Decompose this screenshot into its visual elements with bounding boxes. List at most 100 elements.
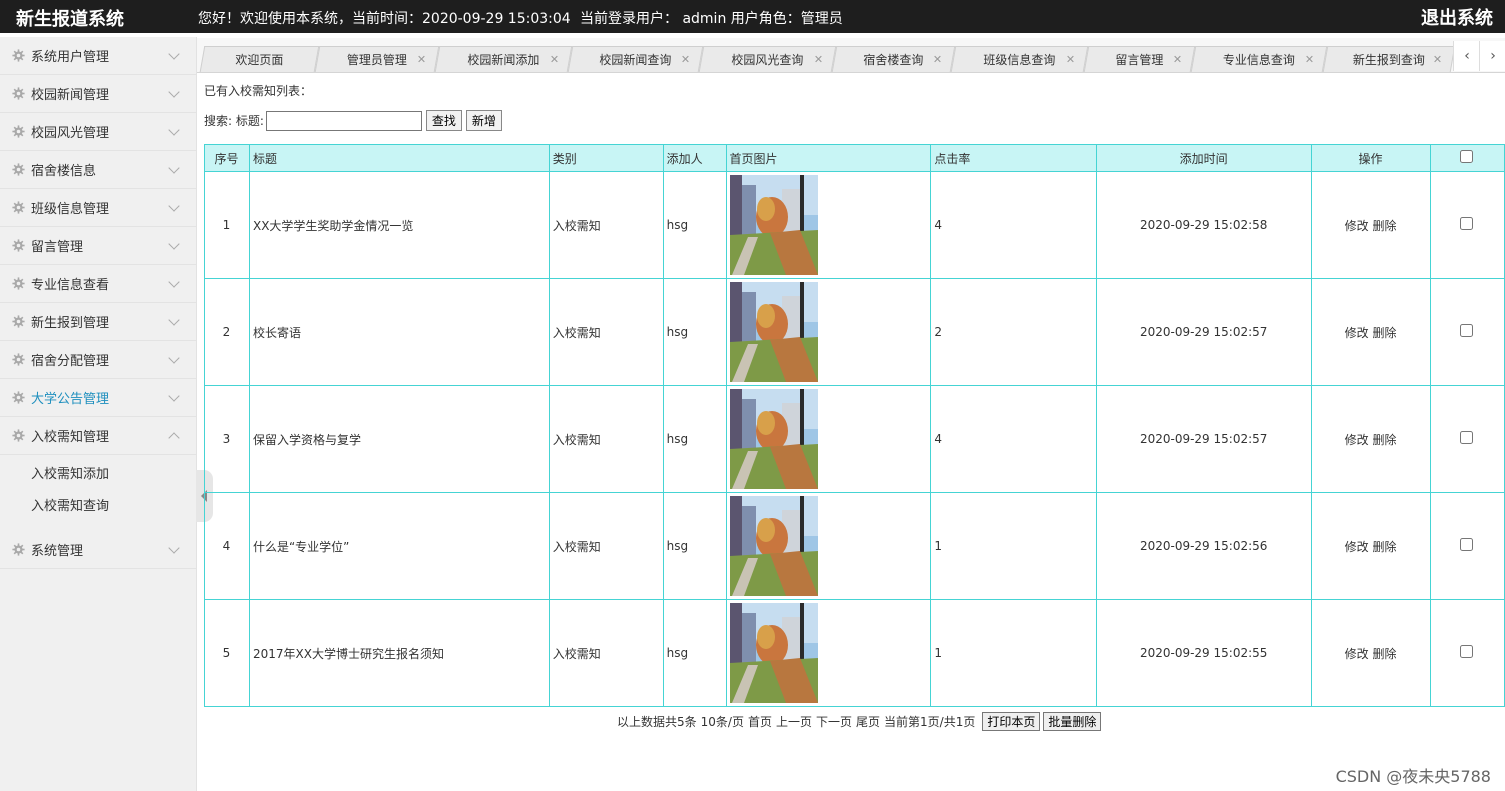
sidebar-item-label: 宿舍楼信息 bbox=[31, 164, 97, 179]
cell-title: 校长寄语 bbox=[248, 278, 550, 386]
print-page-button[interactable]: 打印本页 bbox=[982, 712, 1041, 731]
pager-first-link[interactable]: 首页 bbox=[748, 713, 772, 730]
tab-6[interactable]: 班级信息查询 ✕ bbox=[950, 46, 1089, 72]
gear-icon bbox=[12, 201, 25, 214]
watermark-text: CSDN @夜未央5788 bbox=[1335, 767, 1491, 786]
submenu-item-1[interactable]: 入校需知查询 bbox=[0, 491, 196, 523]
delete-link[interactable]: 删除 bbox=[1372, 540, 1396, 554]
sidebar-item-4[interactable]: 班级信息管理 bbox=[0, 189, 196, 227]
pager-prev-link[interactable]: 上一页 bbox=[776, 713, 812, 730]
close-icon[interactable]: ✕ bbox=[1305, 53, 1314, 66]
col-header-image: 首页图片 bbox=[725, 144, 932, 172]
sidebar-item-0[interactable]: 系统用户管理 bbox=[0, 37, 196, 75]
pagination: 以上数据共5条 10条/页 首页 上一页 下一页 尾页 当前第1页/共1页 打印… bbox=[617, 712, 1102, 731]
tab-scroll-left-button[interactable]: ‹ bbox=[1453, 41, 1480, 71]
pager-last-link[interactable]: 尾页 bbox=[856, 713, 880, 730]
cell-clicks: 4 bbox=[930, 171, 1098, 279]
gear-icon bbox=[12, 163, 25, 176]
gear-icon bbox=[12, 239, 25, 252]
sidebar-item-11[interactable]: 系统管理 bbox=[0, 531, 196, 569]
cell-clicks: 2 bbox=[930, 278, 1098, 386]
title-search-input[interactable] bbox=[265, 110, 422, 131]
close-icon[interactable]: ✕ bbox=[1066, 53, 1075, 66]
row-checkbox[interactable] bbox=[1460, 324, 1474, 337]
select-all-checkbox[interactable] bbox=[1460, 150, 1474, 163]
cell-image bbox=[725, 492, 932, 600]
tab-2[interactable]: 校园新闻添加 ✕ bbox=[434, 46, 573, 72]
pager-summary: 以上数据共5条 bbox=[617, 715, 697, 729]
tab-7[interactable]: 留言管理 ✕ bbox=[1083, 46, 1196, 72]
tab-3[interactable]: 校园新闻查询 ✕ bbox=[567, 46, 704, 72]
close-icon[interactable]: ✕ bbox=[1173, 53, 1182, 66]
sidebar-item-1[interactable]: 校园新闻管理 bbox=[0, 75, 196, 113]
tab-8[interactable]: 专业信息查询 ✕ bbox=[1190, 46, 1328, 72]
search-button[interactable]: 查找 bbox=[425, 110, 462, 131]
submenu-item-0[interactable]: 入校需知添加 bbox=[0, 459, 196, 491]
tab-9[interactable]: 新生报到查询 ✕ bbox=[1322, 46, 1456, 72]
close-icon[interactable]: ✕ bbox=[814, 53, 823, 66]
edit-link[interactable]: 修改 bbox=[1345, 540, 1369, 554]
logout-button[interactable]: 退出系统 bbox=[1421, 4, 1493, 30]
edit-link[interactable]: 修改 bbox=[1345, 326, 1369, 340]
tab-0[interactable]: 欢迎页面 bbox=[199, 46, 320, 72]
system-title: 新生报道系统 bbox=[16, 9, 124, 30]
row-checkbox[interactable] bbox=[1460, 538, 1474, 551]
campus-thumbnail-image bbox=[729, 175, 930, 275]
edit-link[interactable]: 修改 bbox=[1345, 433, 1369, 447]
chevron-down-icon bbox=[168, 162, 180, 174]
cell-no: 5 bbox=[204, 599, 250, 707]
cell-category: 入校需知 bbox=[548, 599, 664, 707]
cell-category: 入校需知 bbox=[548, 278, 664, 386]
sidebar-item-7[interactable]: 新生报到管理 bbox=[0, 303, 196, 341]
tab-scroll-right-button[interactable]: › bbox=[1479, 41, 1505, 71]
delete-link[interactable]: 删除 bbox=[1372, 647, 1396, 661]
sidebar-item-8[interactable]: 宿舍分配管理 bbox=[0, 341, 196, 379]
batch-delete-button[interactable]: 批量删除 bbox=[1043, 712, 1102, 731]
close-icon[interactable]: ✕ bbox=[933, 53, 942, 66]
cell-category: 入校需知 bbox=[548, 492, 664, 600]
table-header-row: 序号 标题 类别 添加人 首页图片 点击率 添加时间 操作 bbox=[204, 144, 1505, 172]
gear-icon bbox=[12, 315, 25, 328]
row-checkbox[interactable] bbox=[1460, 645, 1474, 658]
sidebar-item-3[interactable]: 宿舍楼信息 bbox=[0, 151, 196, 189]
col-header-title: 标题 bbox=[248, 144, 550, 172]
delete-link[interactable]: 删除 bbox=[1372, 433, 1396, 447]
cell-actions: 修改 删除 bbox=[1311, 492, 1431, 600]
sidebar-item-9[interactable]: 大学公告管理 bbox=[0, 379, 196, 417]
table-row: 5 2017年XX大学博士研究生报名须知 入校需知 hsg 1 2020-09-29 15… bbox=[204, 599, 1505, 707]
delete-link[interactable]: 删除 bbox=[1372, 326, 1396, 340]
edit-link[interactable]: 修改 bbox=[1345, 219, 1369, 233]
cell-no: 4 bbox=[204, 492, 250, 600]
chevron-up-icon bbox=[168, 432, 180, 444]
tab-bar: 欢迎页面 管理员管理 ✕ 校园新闻添加 ✕ 校园新闻查询 ✕ 校园风光查询 ✕ 宿舍楼查询 ✕ 班级信… bbox=[197, 38, 1505, 73]
row-checkbox[interactable] bbox=[1460, 217, 1474, 230]
tab-1[interactable]: 管理员管理 ✕ bbox=[314, 46, 440, 72]
sidebar-item-10[interactable]: 入校需知管理 bbox=[0, 417, 196, 455]
sidebar-item-label: 入校需知管理 bbox=[31, 430, 110, 445]
close-icon[interactable]: ✕ bbox=[1433, 53, 1442, 66]
close-icon[interactable]: ✕ bbox=[550, 53, 559, 66]
cell-adder: hsg bbox=[662, 278, 727, 386]
tab-4[interactable]: 校园风光查询 ✕ bbox=[698, 46, 837, 72]
sidebar-item-5[interactable]: 留言管理 bbox=[0, 227, 196, 265]
row-checkbox[interactable] bbox=[1460, 431, 1474, 444]
sidebar-item-6[interactable]: 专业信息查看 bbox=[0, 265, 196, 303]
delete-link[interactable]: 删除 bbox=[1372, 219, 1396, 233]
campus-thumbnail-image bbox=[729, 496, 930, 596]
cell-select bbox=[1429, 492, 1505, 600]
sidebar-item-label: 校园新闻管理 bbox=[31, 88, 110, 103]
close-icon[interactable]: ✕ bbox=[417, 53, 426, 66]
pager-next-link[interactable]: 下一页 bbox=[816, 713, 852, 730]
sidebar-item-2[interactable]: 校园风光管理 bbox=[0, 113, 196, 151]
cell-actions: 修改 删除 bbox=[1311, 278, 1431, 386]
campus-thumbnail-image bbox=[729, 389, 930, 489]
chevron-down-icon bbox=[168, 48, 180, 60]
tab-5[interactable]: 宿舍楼查询 ✕ bbox=[831, 46, 956, 72]
cell-adder: hsg bbox=[662, 599, 727, 707]
col-header-category: 类别 bbox=[548, 144, 664, 172]
add-button[interactable]: 新增 bbox=[465, 110, 502, 131]
cell-title: 保留入学资格与复学 bbox=[248, 385, 550, 493]
close-icon[interactable]: ✕ bbox=[681, 53, 690, 66]
welcome-text: 您好！欢迎使用本系统，当前时间：2020-09-29 15:03:04 bbox=[198, 11, 571, 27]
edit-link[interactable]: 修改 bbox=[1345, 647, 1369, 661]
